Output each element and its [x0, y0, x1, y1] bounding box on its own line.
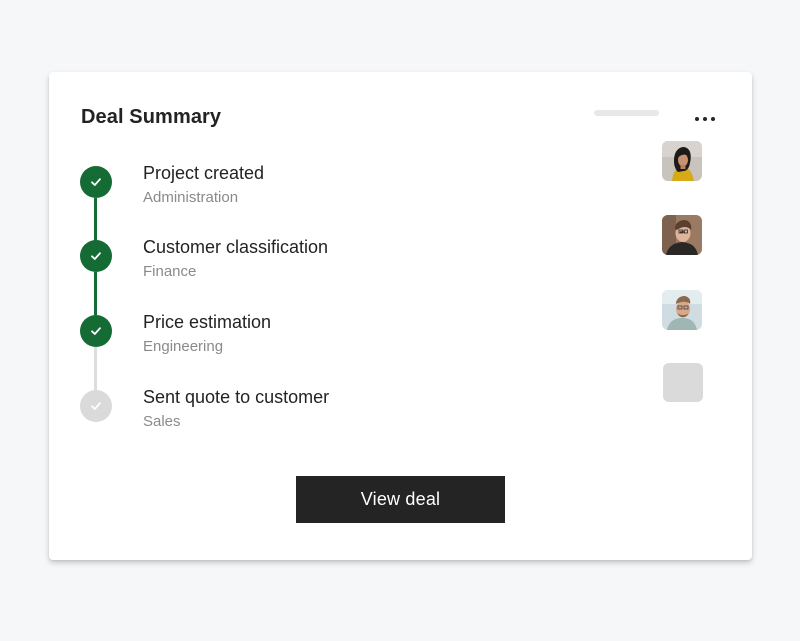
check-icon	[91, 252, 101, 260]
timeline-step: Sent quote to customer Sales	[49, 363, 752, 450]
step-department: Sales	[143, 413, 181, 430]
step-status-pending	[80, 390, 112, 422]
timeline-step: Customer classification Finance	[49, 215, 752, 300]
step-title: Customer classification	[143, 237, 329, 257]
timeline-step: Price estimation Engineering	[49, 290, 752, 375]
step-title: Sent quote to customer	[143, 387, 330, 407]
step-title: Price estimation	[143, 312, 272, 332]
step-title: Project created	[143, 163, 265, 183]
person-photo	[662, 215, 702, 255]
person-photo	[662, 141, 702, 181]
more-options-button[interactable]	[689, 106, 721, 132]
view-deal-button[interactable]: View deal	[296, 476, 505, 523]
step-department: Administration	[143, 189, 239, 206]
avatar-placeholder	[663, 363, 703, 402]
more-dot	[703, 117, 707, 121]
avatar	[662, 290, 702, 330]
avatar	[662, 215, 702, 255]
person-photo	[662, 290, 702, 330]
avatar	[662, 141, 702, 181]
title-placeholder-bar	[594, 110, 659, 116]
step-status-done	[80, 240, 112, 272]
step-status-done	[80, 315, 112, 347]
step-department: Engineering	[143, 338, 224, 355]
step-status-done	[80, 166, 112, 198]
timeline-step: Project created Administration	[49, 141, 752, 226]
check-icon	[91, 402, 101, 410]
deal-summary-card: Deal Summary Project created Administrat…	[49, 72, 752, 560]
more-dot	[711, 117, 715, 121]
check-icon	[91, 327, 101, 335]
step-department: Finance	[143, 263, 197, 280]
card-title: Deal Summary	[81, 106, 222, 128]
more-horizontal-icon	[695, 117, 699, 121]
check-icon	[91, 178, 101, 186]
